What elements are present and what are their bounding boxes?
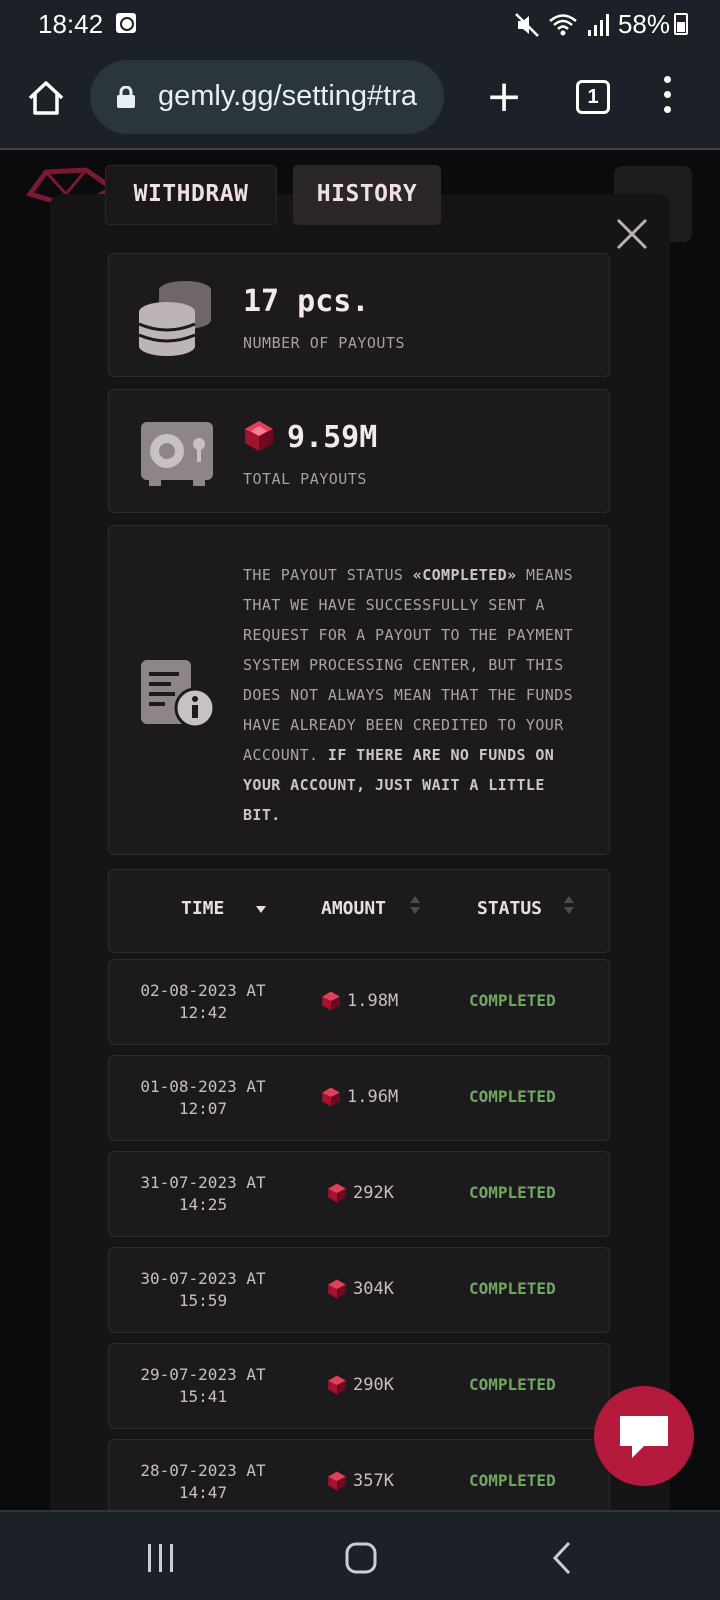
tab-history[interactable]: HISTORY — [294, 166, 440, 224]
row-time: 15:59 — [178, 1291, 228, 1310]
browser-menu-button[interactable] — [660, 76, 674, 120]
payout-count-label: NUMBER OF PAYOUTS — [243, 334, 406, 352]
row-date: 30-07-2023 AT — [140, 1269, 266, 1288]
row-amount: 357K — [327, 1471, 394, 1491]
payout-count-value: 17 pcs. — [243, 284, 370, 319]
row-status: COMPLETED — [469, 1471, 556, 1490]
payout-info-card: THE PAYOUT STATUS «COMPLETED» MEANS THAT… — [108, 525, 610, 855]
safe-icon — [141, 422, 213, 486]
row-datetime: 29-07-2023 AT 15:41 — [129, 1364, 277, 1408]
row-date: 29-07-2023 AT — [140, 1365, 266, 1384]
row-time: 15:41 — [178, 1387, 228, 1406]
home-nav-icon[interactable] — [344, 1538, 378, 1578]
column-header-time[interactable]: TIME — [181, 898, 224, 919]
browser-toolbar: gemly.gg/setting#tra + 1 — [0, 48, 720, 150]
row-status: COMPLETED — [469, 1279, 556, 1298]
column-header-status[interactable]: STATUS — [477, 898, 542, 919]
url-text: gemly.gg/setting#tra — [158, 80, 417, 112]
row-datetime: 30-07-2023 AT 15:59 — [129, 1268, 277, 1312]
tab-switcher-button[interactable]: 1 — [576, 80, 610, 114]
row-time: 12:42 — [178, 1003, 228, 1022]
table-row: 02-08-2023 AT 12:42 1.98M COMPLETED — [108, 959, 610, 1045]
row-datetime: 28-07-2023 AT 14:47 — [129, 1460, 277, 1504]
gem-icon — [328, 1471, 346, 1491]
chat-icon — [620, 1416, 668, 1458]
recent-apps-icon[interactable] — [146, 1538, 176, 1578]
row-datetime: 01-08-2023 AT 12:07 — [129, 1076, 277, 1120]
back-icon[interactable] — [550, 1538, 574, 1578]
row-date: 31-07-2023 AT — [140, 1173, 266, 1192]
status-time: 18:42 — [38, 9, 104, 39]
row-amount: 292K — [327, 1183, 394, 1203]
gem-icon — [328, 1375, 346, 1395]
gem-icon — [322, 1087, 340, 1107]
battery-icon — [674, 13, 688, 35]
url-bar[interactable]: gemly.gg/setting#tra — [90, 60, 444, 134]
row-date: 01-08-2023 AT — [140, 1077, 266, 1096]
row-amount-value: 290K — [353, 1375, 394, 1395]
document-info-icon — [141, 660, 215, 728]
sort-icon[interactable] — [563, 892, 575, 918]
chat-button[interactable] — [594, 1386, 694, 1486]
info-status-word: «COMPLETED» — [412, 566, 517, 584]
row-datetime: 31-07-2023 AT 14:25 — [129, 1172, 277, 1216]
row-datetime: 02-08-2023 AT 12:42 — [129, 980, 277, 1024]
tab-withdraw[interactable]: WITHDRAW — [106, 166, 276, 224]
row-amount-value: 357K — [353, 1471, 394, 1491]
row-date: 28-07-2023 AT — [140, 1461, 266, 1480]
mute-icon — [515, 12, 539, 37]
row-status: COMPLETED — [469, 1183, 556, 1202]
gem-icon — [322, 991, 340, 1011]
row-amount: 304K — [327, 1279, 394, 1299]
info-text-part1: THE PAYOUT STATUS — [243, 566, 413, 584]
row-date: 02-08-2023 AT — [140, 981, 266, 1000]
battery-percent: 58% — [617, 9, 670, 39]
row-time: 12:07 — [178, 1099, 228, 1118]
row-amount-value: 1.98M — [347, 991, 399, 1011]
payout-info-text: THE PAYOUT STATUS «COMPLETED» MEANS THAT… — [243, 560, 589, 830]
row-amount-value: 292K — [353, 1183, 394, 1203]
row-status: COMPLETED — [469, 991, 556, 1010]
wifi-icon — [549, 13, 577, 35]
row-amount: 290K — [327, 1375, 394, 1395]
table-row: 31-07-2023 AT 14:25 292K COMPLETED — [108, 1151, 610, 1237]
row-amount-value: 304K — [353, 1279, 394, 1299]
close-icon[interactable] — [616, 218, 648, 250]
system-nav-bar — [0, 1510, 720, 1600]
sort-icon[interactable] — [409, 892, 421, 918]
total-payouts-label: TOTAL PAYOUTS — [243, 470, 367, 488]
lock-icon — [117, 86, 135, 108]
info-text-part2: MEANS THAT WE HAVE SUCCESSFULLY SENT A R… — [243, 566, 574, 764]
row-time: 14:25 — [178, 1195, 228, 1214]
coins-icon — [138, 281, 211, 356]
clock-notification-icon — [116, 13, 136, 33]
row-amount: 1.96M — [321, 1087, 398, 1107]
row-status: COMPLETED — [469, 1087, 556, 1106]
home-icon[interactable] — [26, 78, 66, 118]
table-row: 29-07-2023 AT 15:41 290K COMPLETED — [108, 1343, 610, 1429]
column-header-amount[interactable]: AMOUNT — [321, 898, 386, 919]
sort-desc-icon[interactable] — [255, 892, 267, 918]
status-right: 58% — [514, 9, 670, 40]
total-payouts-card: 9.59M TOTAL PAYOUTS — [108, 389, 610, 513]
status-bar: 18:42 58% — [0, 0, 720, 48]
gem-icon — [328, 1183, 346, 1203]
payout-count-card: 17 pcs. NUMBER OF PAYOUTS — [108, 253, 610, 377]
table-row: 30-07-2023 AT 15:59 304K COMPLETED — [108, 1247, 610, 1333]
new-tab-button[interactable]: + — [484, 75, 524, 119]
total-payouts-value: 9.59M — [287, 420, 378, 455]
signal-icon — [587, 13, 609, 36]
row-amount-value: 1.96M — [347, 1087, 399, 1107]
gem-icon — [245, 421, 273, 451]
row-amount: 1.98M — [321, 991, 398, 1011]
table-row: 01-08-2023 AT 12:07 1.96M COMPLETED — [108, 1055, 610, 1141]
row-status: COMPLETED — [469, 1375, 556, 1394]
table-header: TIME AMOUNT STATUS — [108, 869, 610, 953]
row-time: 14:47 — [178, 1483, 228, 1502]
gem-icon — [328, 1279, 346, 1299]
